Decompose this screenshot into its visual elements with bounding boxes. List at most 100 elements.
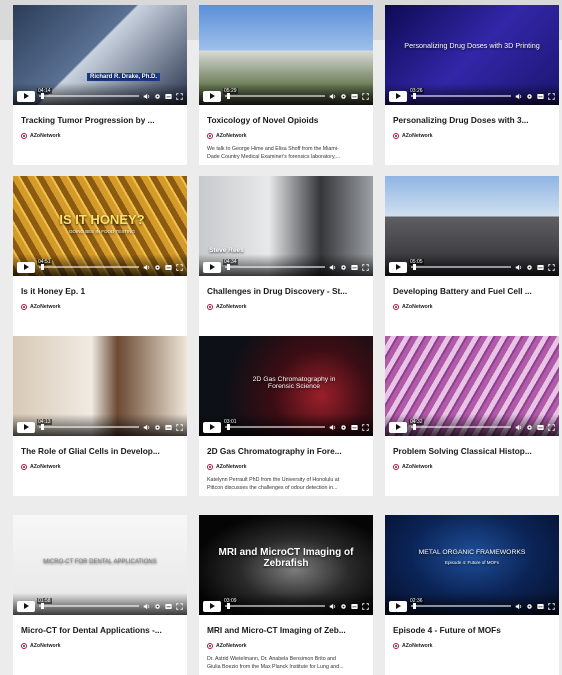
fullscreen-icon[interactable]: [362, 423, 369, 431]
play-button[interactable]: [389, 261, 407, 273]
settings-icon[interactable]: [154, 264, 161, 271]
video-thumbnail[interactable]: 2D Gas Chromatography in Forensic Scienc…: [199, 336, 373, 436]
video-title[interactable]: Personalizing Drug Doses with 3...: [393, 115, 553, 125]
progress-bar[interactable]: [225, 264, 325, 270]
progress-knob[interactable]: [41, 93, 44, 99]
progress-knob[interactable]: [227, 603, 230, 609]
volume-icon[interactable]: [515, 424, 522, 431]
progress-knob[interactable]: [41, 264, 44, 270]
captions-icon[interactable]: [537, 424, 544, 431]
progress-bar[interactable]: [411, 603, 511, 609]
video-card[interactable]: Personalizing Drug Doses with 3D Printin…: [385, 5, 559, 165]
captions-icon[interactable]: [165, 264, 172, 271]
video-title[interactable]: Micro-CT for Dental Applications -...: [21, 625, 181, 635]
video-title[interactable]: Tracking Tumor Progression by ...: [21, 115, 181, 125]
captions-icon[interactable]: [351, 264, 358, 271]
video-card[interactable]: METAL ORGANIC FRAMEWORKS Episode 4: Futur…: [385, 515, 559, 675]
play-button[interactable]: [203, 421, 221, 433]
play-button[interactable]: [389, 421, 407, 433]
progress-knob[interactable]: [41, 603, 44, 609]
video-title[interactable]: Is it Honey Ep. 1: [21, 286, 181, 296]
play-button[interactable]: [17, 600, 35, 612]
video-title[interactable]: MRI and Micro-CT Imaging of Zeb...: [207, 625, 367, 635]
video-card[interactable]: Steve Rees 04:34 Challenges in Drug Discov…: [199, 176, 373, 336]
progress-knob[interactable]: [227, 93, 230, 99]
play-button[interactable]: [17, 261, 35, 273]
captions-icon[interactable]: [165, 424, 172, 431]
video-thumbnail[interactable]: 04:32: [385, 336, 559, 436]
fullscreen-icon[interactable]: [176, 263, 183, 271]
fullscreen-icon[interactable]: [548, 263, 555, 271]
video-title[interactable]: Challenges in Drug Discovery - St...: [207, 286, 367, 296]
video-card[interactable]: MICRO-CT FOR DENTAL APPLICATIONS 01:58 Mic…: [13, 515, 187, 675]
captions-icon[interactable]: [351, 424, 358, 431]
video-card[interactable]: 04:32 Problem Solving Classical Histop...…: [385, 336, 559, 496]
fullscreen-icon[interactable]: [176, 92, 183, 100]
volume-icon[interactable]: [143, 93, 150, 100]
progress-bar[interactable]: [39, 264, 139, 270]
fullscreen-icon[interactable]: [176, 602, 183, 610]
settings-icon[interactable]: [154, 93, 161, 100]
progress-knob[interactable]: [413, 93, 416, 99]
fullscreen-icon[interactable]: [548, 92, 555, 100]
video-title[interactable]: Toxicology of Novel Opioids: [207, 115, 367, 125]
video-thumbnail[interactable]: Steve Rees 04:34: [199, 176, 373, 276]
video-thumbnail[interactable]: IS IT HONEY? GOING BEE IN FOOD TESTING 04:…: [13, 176, 187, 276]
volume-icon[interactable]: [329, 603, 336, 610]
video-thumbnail[interactable]: 05:05: [385, 176, 559, 276]
video-title[interactable]: Developing Battery and Fuel Cell ...: [393, 286, 553, 296]
video-card[interactable]: 05:05 Developing Battery and Fuel Cell ..…: [385, 176, 559, 336]
volume-icon[interactable]: [515, 264, 522, 271]
video-title[interactable]: The Role of Glial Cells in Develop...: [21, 446, 181, 456]
video-thumbnail[interactable]: 05:29: [199, 5, 373, 105]
progress-bar[interactable]: [39, 603, 139, 609]
video-thumbnail[interactable]: MRI and MicroCT Imaging of Zebrafish 03:0…: [199, 515, 373, 615]
volume-icon[interactable]: [329, 93, 336, 100]
settings-icon[interactable]: [526, 603, 533, 610]
volume-icon[interactable]: [143, 424, 150, 431]
video-title[interactable]: Problem Solving Classical Histop...: [393, 446, 553, 456]
play-button[interactable]: [203, 600, 221, 612]
progress-bar[interactable]: [39, 93, 139, 99]
captions-icon[interactable]: [165, 93, 172, 100]
progress-bar[interactable]: [225, 424, 325, 430]
volume-icon[interactable]: [329, 264, 336, 271]
captions-icon[interactable]: [351, 93, 358, 100]
fullscreen-icon[interactable]: [548, 602, 555, 610]
captions-icon[interactable]: [537, 264, 544, 271]
progress-knob[interactable]: [413, 424, 416, 430]
captions-icon[interactable]: [537, 603, 544, 610]
settings-icon[interactable]: [340, 93, 347, 100]
settings-icon[interactable]: [526, 93, 533, 100]
play-button[interactable]: [17, 421, 35, 433]
video-thumbnail[interactable]: METAL ORGANIC FRAMEWORKS Episode 4: Futur…: [385, 515, 559, 615]
volume-icon[interactable]: [143, 603, 150, 610]
play-button[interactable]: [203, 261, 221, 273]
video-card[interactable]: IS IT HONEY? GOING BEE IN FOOD TESTING 04:…: [13, 176, 187, 336]
settings-icon[interactable]: [340, 603, 347, 610]
play-button[interactable]: [17, 90, 35, 102]
captions-icon[interactable]: [537, 93, 544, 100]
progress-bar[interactable]: [411, 264, 511, 270]
video-thumbnail[interactable]: 04:13: [13, 336, 187, 436]
settings-icon[interactable]: [340, 424, 347, 431]
progress-knob[interactable]: [227, 424, 230, 430]
settings-icon[interactable]: [154, 424, 161, 431]
progress-bar[interactable]: [225, 93, 325, 99]
video-card[interactable]: 04:13 The Role of Glial Cells in Develop.…: [13, 336, 187, 496]
video-thumbnail[interactable]: Personalizing Drug Doses with 3D Printin…: [385, 5, 559, 105]
progress-knob[interactable]: [41, 424, 44, 430]
video-thumbnail[interactable]: Richard R. Drake, Ph.D. 04:14: [13, 5, 187, 105]
video-title[interactable]: 2D Gas Chromatography in Fore...: [207, 446, 367, 456]
fullscreen-icon[interactable]: [362, 263, 369, 271]
video-card[interactable]: MRI and MicroCT Imaging of Zebrafish 03:0…: [199, 515, 373, 675]
captions-icon[interactable]: [165, 603, 172, 610]
progress-bar[interactable]: [225, 603, 325, 609]
fullscreen-icon[interactable]: [362, 92, 369, 100]
progress-knob[interactable]: [413, 603, 416, 609]
play-button[interactable]: [389, 90, 407, 102]
play-button[interactable]: [203, 90, 221, 102]
progress-bar[interactable]: [39, 424, 139, 430]
play-button[interactable]: [389, 600, 407, 612]
settings-icon[interactable]: [340, 264, 347, 271]
